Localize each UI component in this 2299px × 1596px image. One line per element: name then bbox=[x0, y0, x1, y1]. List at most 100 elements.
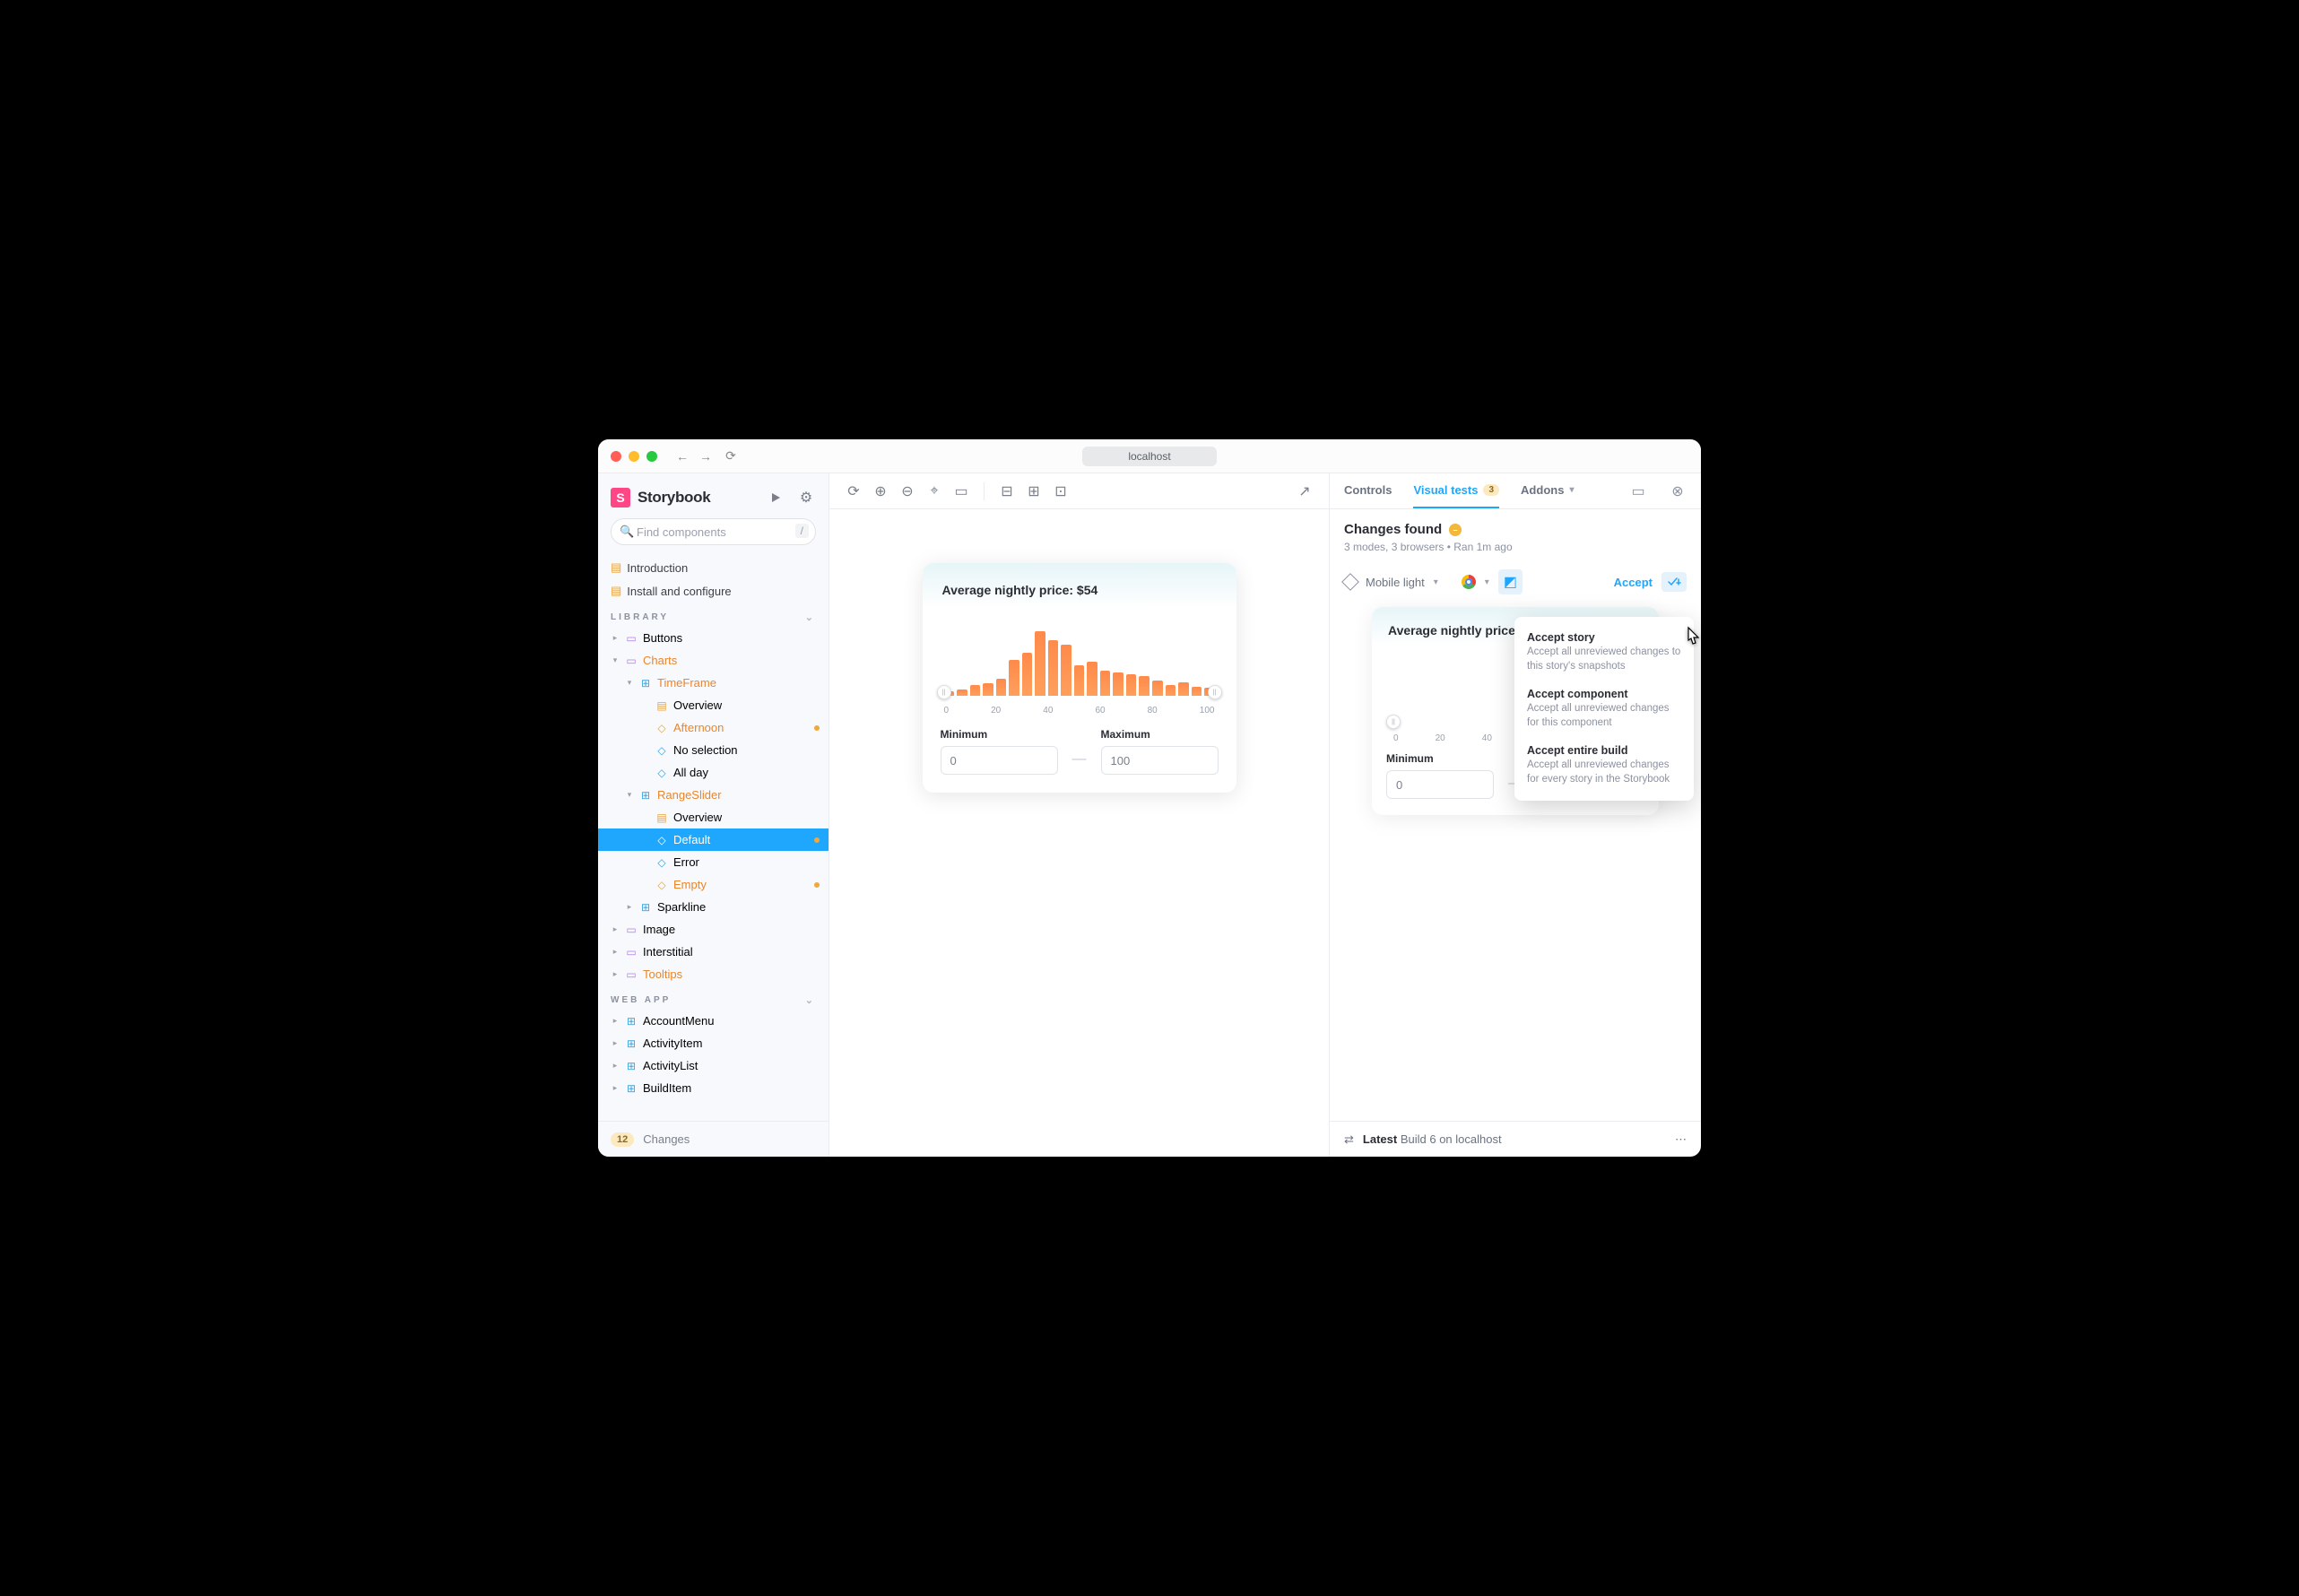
addon-panel: Controls Visual tests3 Addons▾ ▭ ⊗ Chang… bbox=[1329, 473, 1701, 1157]
panel-close-icon[interactable]: ⊗ bbox=[1669, 482, 1687, 500]
diff-min-input[interactable] bbox=[1386, 770, 1494, 799]
slider-handle-min[interactable]: || bbox=[1386, 715, 1401, 729]
warning-dot-icon: – bbox=[1449, 524, 1462, 536]
item-sparkline[interactable]: ▸⊞Sparkline bbox=[598, 896, 829, 918]
item-image[interactable]: ▸▭Image bbox=[598, 918, 829, 941]
changes-label: Changes bbox=[643, 1132, 690, 1146]
tab-controls[interactable]: Controls bbox=[1344, 473, 1392, 508]
accept-dropdown-menu: Accept story Accept all unreviewed chang… bbox=[1514, 617, 1694, 801]
chevron-down-icon: ▾ bbox=[1485, 577, 1489, 587]
viewport-icon[interactable]: ▭ bbox=[950, 480, 973, 503]
panel-footer: ⇄ Latest Build 6 on localhost ⋯ bbox=[1330, 1121, 1701, 1157]
item-charts[interactable]: ▾▭Charts bbox=[598, 649, 829, 672]
swap-icon[interactable]: ⇄ bbox=[1344, 1132, 1354, 1147]
address-bar[interactable]: localhost bbox=[1082, 447, 1217, 466]
changes-subtitle: 3 modes, 3 browsers • Ran 1m ago bbox=[1344, 541, 1687, 553]
item-accountmenu[interactable]: ▸⊞AccountMenu bbox=[598, 1010, 829, 1032]
max-input[interactable] bbox=[1101, 746, 1219, 775]
mode-select[interactable]: Mobile light bbox=[1366, 576, 1425, 589]
forward-button[interactable]: → bbox=[697, 449, 715, 464]
diff-toggle-icon[interactable]: ◩ bbox=[1498, 569, 1523, 594]
measure-icon[interactable]: ⊟ bbox=[995, 480, 1019, 503]
accept-button[interactable]: Accept bbox=[1614, 576, 1653, 589]
gear-icon[interactable]: ⚙ bbox=[796, 489, 816, 507]
item-interstitial[interactable]: ▸▭Interstitial bbox=[598, 941, 829, 963]
section-webapp[interactable]: WEB APP⌄ bbox=[598, 985, 829, 1010]
search-icon: 🔍 bbox=[620, 525, 634, 539]
zoom-reset-icon[interactable]: ⌖ bbox=[923, 480, 946, 503]
explorer-tree: ▤Introduction ▤Install and configure LIB… bbox=[598, 556, 829, 1121]
titlebar: ← → ⟳ localhost bbox=[598, 439, 1701, 473]
changed-dot-icon bbox=[814, 837, 820, 843]
reload-button[interactable]: ⟳ bbox=[722, 448, 740, 464]
back-button[interactable]: ← bbox=[673, 449, 691, 464]
story-rs-error[interactable]: ◇Error bbox=[598, 851, 829, 873]
more-icon[interactable]: ⋯ bbox=[1675, 1132, 1687, 1147]
range-slider-card: Average nightly price: $54 || || 0204060… bbox=[923, 563, 1236, 793]
chrome-icon[interactable] bbox=[1462, 575, 1476, 589]
price-histogram: || || 020406080100 bbox=[933, 608, 1226, 716]
item-tooltips[interactable]: ▸▭Tooltips bbox=[598, 963, 829, 985]
item-activityitem[interactable]: ▸⊞ActivityItem bbox=[598, 1032, 829, 1054]
story-rs-default[interactable]: ◇Default bbox=[598, 828, 829, 851]
zoom-in-icon[interactable]: ⊕ bbox=[869, 480, 892, 503]
changes-title: Changes found – bbox=[1344, 522, 1687, 537]
accept-dropdown-button[interactable] bbox=[1661, 572, 1687, 592]
story-tf-afternoon[interactable]: ◇Afternoon bbox=[598, 716, 829, 739]
card-title: Average nightly price: $54 bbox=[942, 583, 1217, 597]
story-rs-overview[interactable]: ▤Overview bbox=[598, 806, 829, 828]
open-external-icon[interactable]: ↗ bbox=[1293, 480, 1316, 503]
max-label: Maximum bbox=[1101, 728, 1219, 741]
storybook-logo-icon: S bbox=[611, 488, 630, 507]
slider-handle-max[interactable]: || bbox=[1208, 685, 1222, 699]
changes-count-badge: 12 bbox=[611, 1132, 634, 1147]
range-dash: — bbox=[1072, 751, 1087, 775]
accept-component-item[interactable]: Accept component Accept all unreviewed c… bbox=[1514, 681, 1694, 737]
window-controls bbox=[611, 451, 657, 462]
section-library[interactable]: LIBRARY⌄ bbox=[598, 603, 829, 627]
canvas-toolbar: ⟳ ⊕ ⊖ ⌖ ▭ ⊟ ⊞ ⊡ ↗ bbox=[829, 473, 1329, 509]
accept-story-item[interactable]: Accept story Accept all unreviewed chang… bbox=[1514, 624, 1694, 681]
doc-introduction[interactable]: ▤Introduction bbox=[598, 556, 829, 579]
tab-visual-tests[interactable]: Visual tests3 bbox=[1413, 473, 1499, 508]
nav-arrows: ← → bbox=[673, 449, 715, 464]
story-tf-nosel[interactable]: ◇No selection bbox=[598, 739, 829, 761]
outline-icon[interactable]: ⊡ bbox=[1049, 480, 1072, 503]
item-buttons[interactable]: ▸▭Buttons bbox=[598, 627, 829, 649]
chevron-down-icon: ▾ bbox=[1434, 577, 1438, 587]
min-label: Minimum bbox=[941, 728, 1058, 741]
item-builditem[interactable]: ▸⊞BuildItem bbox=[598, 1077, 829, 1099]
panel-layout-icon[interactable]: ▭ bbox=[1629, 482, 1647, 500]
accept-build-item[interactable]: Accept entire build Accept all unreviewe… bbox=[1514, 737, 1694, 794]
minimize-window[interactable] bbox=[629, 451, 639, 462]
chevron-down-icon: ▾ bbox=[1569, 485, 1574, 495]
app-window: ← → ⟳ localhost S Storybook ⚙ 🔍 / bbox=[598, 439, 1701, 1157]
sidebar-footer[interactable]: 12 Changes bbox=[598, 1121, 829, 1157]
zoom-out-icon[interactable]: ⊖ bbox=[896, 480, 919, 503]
changed-dot-icon bbox=[814, 725, 820, 731]
item-activitylist[interactable]: ▸⊞ActivityList bbox=[598, 1054, 829, 1077]
item-rangeslider[interactable]: ▾⊞RangeSlider bbox=[598, 784, 829, 806]
search-input[interactable] bbox=[611, 518, 816, 545]
play-icon[interactable] bbox=[769, 491, 789, 504]
story-rs-empty[interactable]: ◇Empty bbox=[598, 873, 829, 896]
mode-icon bbox=[1341, 573, 1359, 591]
sidebar: S Storybook ⚙ 🔍 / ▤Introduction ▤Install… bbox=[598, 473, 829, 1157]
sync-icon[interactable]: ⟳ bbox=[842, 480, 865, 503]
grid-icon[interactable]: ⊞ bbox=[1022, 480, 1045, 503]
story-tf-allday[interactable]: ◇All day bbox=[598, 761, 829, 784]
story-tf-overview[interactable]: ▤Overview bbox=[598, 694, 829, 716]
doc-install[interactable]: ▤Install and configure bbox=[598, 579, 829, 603]
changed-dot-icon bbox=[814, 882, 820, 888]
canvas-panel: ⟳ ⊕ ⊖ ⌖ ▭ ⊟ ⊞ ⊡ ↗ Average nightly price:… bbox=[829, 473, 1329, 1157]
slider-handle-min[interactable]: || bbox=[937, 685, 951, 699]
storybook-logo-text: Storybook bbox=[638, 489, 710, 507]
min-input[interactable] bbox=[941, 746, 1058, 775]
close-window[interactable] bbox=[611, 451, 621, 462]
item-timeframe[interactable]: ▾⊞TimeFrame bbox=[598, 672, 829, 694]
tab-addons[interactable]: Addons▾ bbox=[1521, 473, 1574, 508]
maximize-window[interactable] bbox=[646, 451, 657, 462]
search-shortcut: / bbox=[795, 524, 809, 538]
diff-min-label: Minimum bbox=[1386, 752, 1494, 765]
addon-tabs: Controls Visual tests3 Addons▾ ▭ ⊗ bbox=[1330, 473, 1701, 509]
